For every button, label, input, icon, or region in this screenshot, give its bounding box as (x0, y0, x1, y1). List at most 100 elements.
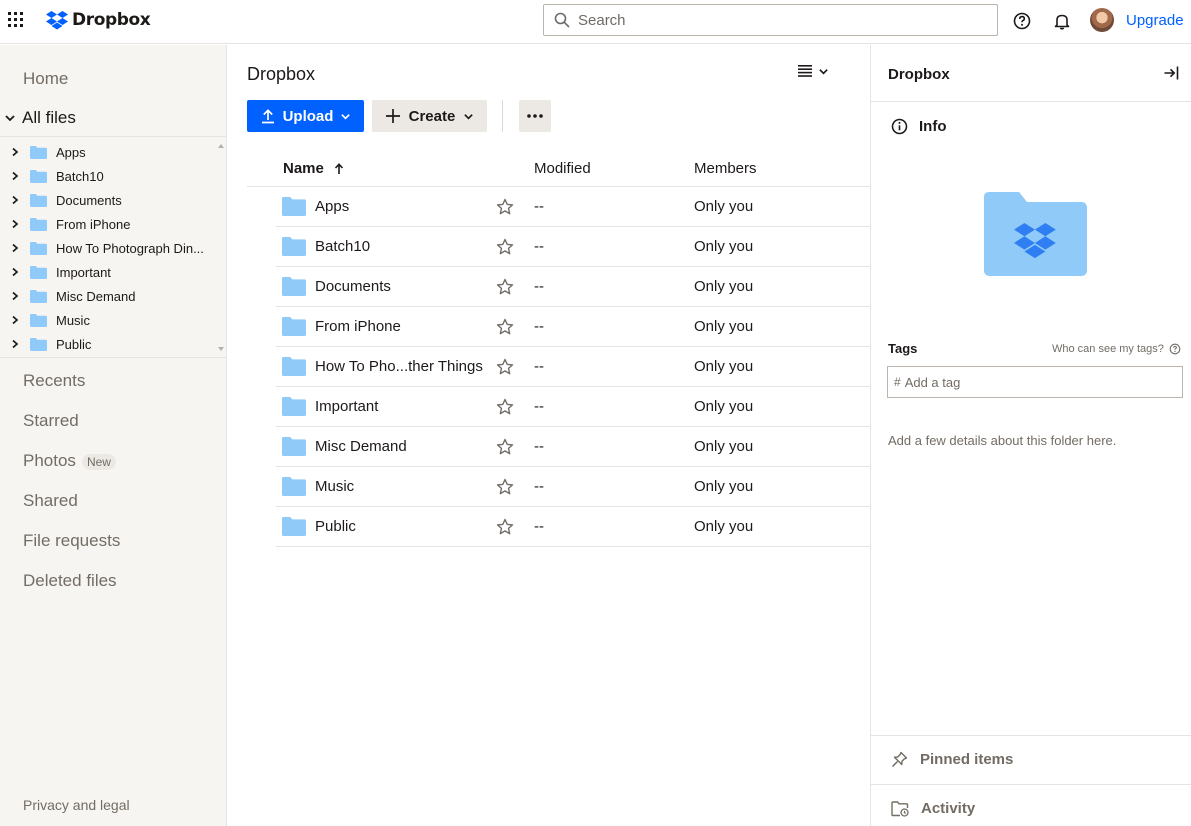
table-row[interactable]: Batch10 -- Only you (276, 227, 870, 267)
collapse-panel-icon[interactable] (1162, 64, 1180, 82)
column-header-name[interactable]: Name (283, 160, 344, 177)
table-row[interactable]: Public -- Only you (276, 507, 870, 547)
nav-home[interactable]: Home (23, 69, 68, 89)
members-value: Only you (694, 398, 754, 415)
file-name[interactable]: Apps (315, 198, 349, 215)
toolbar-divider (502, 100, 503, 132)
more-actions-button[interactable] (519, 100, 551, 132)
tag-input-box[interactable]: # (887, 366, 1183, 398)
nav-all-files[interactable]: All files (4, 108, 76, 128)
upload-button[interactable]: Upload (247, 100, 364, 132)
table-row[interactable]: Documents -- Only you (276, 267, 870, 307)
chevron-right-icon[interactable] (10, 243, 20, 253)
chevron-right-icon[interactable] (10, 195, 20, 205)
chevron-down-icon[interactable] (4, 112, 16, 124)
view-options-button[interactable] (798, 65, 829, 77)
table-row[interactable]: Misc Demand -- Only you (276, 427, 870, 467)
chevron-right-icon[interactable] (10, 291, 20, 301)
chevron-right-icon[interactable] (10, 315, 20, 325)
pinned-items-section[interactable]: Pinned items (891, 751, 1013, 768)
notifications-bell-icon[interactable] (1052, 11, 1072, 31)
nav-photos[interactable]: Photos New (23, 451, 116, 471)
search-box[interactable] (543, 4, 998, 36)
privacy-legal-link[interactable]: Privacy and legal (23, 797, 130, 813)
star-icon[interactable] (496, 518, 514, 536)
star-icon[interactable] (496, 278, 514, 296)
file-name[interactable]: Batch10 (315, 238, 370, 255)
nav-shared[interactable]: Shared (23, 491, 78, 511)
table-row[interactable]: How To Pho...ther Things -- Only you (276, 347, 870, 387)
table-header: Name Modified Members (247, 147, 870, 187)
folder-icon (282, 477, 306, 496)
dropbox-logo[interactable]: Dropbox (46, 10, 151, 30)
tree-item-label: Apps (56, 144, 86, 160)
folder-icon (30, 241, 47, 255)
star-icon[interactable] (496, 478, 514, 496)
file-name[interactable]: Important (315, 398, 378, 415)
file-name[interactable]: Music (315, 478, 354, 495)
tree-item[interactable]: Public (0, 332, 227, 356)
nav-deleted-files[interactable]: Deleted files (23, 571, 117, 591)
chevron-down-icon (464, 113, 474, 120)
members-value: Only you (694, 318, 754, 335)
folder-tree: Apps Batch10 Documents From iPhone How T (0, 136, 227, 358)
upgrade-link[interactable]: Upgrade (1126, 12, 1184, 29)
upload-icon (261, 109, 274, 124)
chevron-right-icon[interactable] (10, 171, 20, 181)
tree-item[interactable]: How To Photograph Din... (0, 236, 227, 260)
nav-recents[interactable]: Recents (23, 371, 85, 391)
modified-value: -- (534, 518, 544, 535)
tree-item[interactable]: Important (0, 260, 227, 284)
table-row[interactable]: Apps -- Only you (276, 187, 870, 227)
info-tab[interactable]: Info (891, 118, 947, 135)
star-icon[interactable] (496, 198, 514, 216)
star-icon[interactable] (496, 398, 514, 416)
table-row[interactable]: Music -- Only you (276, 467, 870, 507)
star-icon[interactable] (496, 318, 514, 336)
modified-value: -- (534, 278, 544, 295)
nav-starred[interactable]: Starred (23, 411, 79, 431)
help-icon[interactable] (1012, 11, 1032, 31)
tree-item[interactable]: Documents (0, 188, 227, 212)
tree-item[interactable]: Apps (0, 140, 227, 164)
info-label: Info (919, 118, 947, 135)
tags-help-link[interactable]: Who can see my tags? (1052, 343, 1181, 355)
activity-section[interactable]: Activity (891, 800, 975, 817)
file-name[interactable]: How To Pho...ther Things (315, 358, 483, 375)
column-name-label: Name (283, 160, 324, 177)
folder-description-prompt[interactable]: Add a few details about this folder here… (888, 433, 1116, 448)
tree-item-label: Misc Demand (56, 288, 136, 304)
tree-item[interactable]: From iPhone (0, 212, 227, 236)
file-table: Name Modified Members Apps -- Only you B… (247, 147, 870, 547)
file-name[interactable]: Public (315, 518, 356, 535)
members-value: Only you (694, 518, 754, 535)
search-input[interactable] (578, 11, 978, 29)
star-icon[interactable] (496, 238, 514, 256)
create-button[interactable]: Create (372, 100, 487, 132)
chevron-right-icon[interactable] (10, 339, 20, 349)
file-name[interactable]: Documents (315, 278, 391, 295)
tree-item[interactable]: Music (0, 308, 227, 332)
column-header-modified[interactable]: Modified (534, 160, 591, 177)
tree-item[interactable]: Misc Demand (0, 284, 227, 308)
file-name[interactable]: Misc Demand (315, 438, 407, 455)
chevron-right-icon[interactable] (10, 147, 20, 157)
chevron-right-icon[interactable] (10, 219, 20, 229)
star-icon[interactable] (496, 358, 514, 376)
chevron-right-icon[interactable] (10, 267, 20, 277)
tag-input[interactable] (904, 374, 1175, 390)
column-header-members[interactable]: Members (694, 160, 757, 177)
tree-scrollbar[interactable] (215, 137, 227, 357)
app-grid-icon[interactable] (8, 12, 24, 28)
file-name[interactable]: From iPhone (315, 318, 401, 335)
user-avatar[interactable] (1090, 8, 1114, 32)
activity-folder-clock-icon (891, 800, 909, 817)
table-row[interactable]: From iPhone -- Only you (276, 307, 870, 347)
nav-file-requests[interactable]: File requests (23, 531, 120, 551)
tree-item-label: From iPhone (56, 216, 131, 232)
tree-item[interactable]: Batch10 (0, 164, 227, 188)
details-title: Dropbox (888, 66, 950, 83)
tree-item-label: Music (56, 312, 90, 328)
table-row[interactable]: Important -- Only you (276, 387, 870, 427)
star-icon[interactable] (496, 438, 514, 456)
